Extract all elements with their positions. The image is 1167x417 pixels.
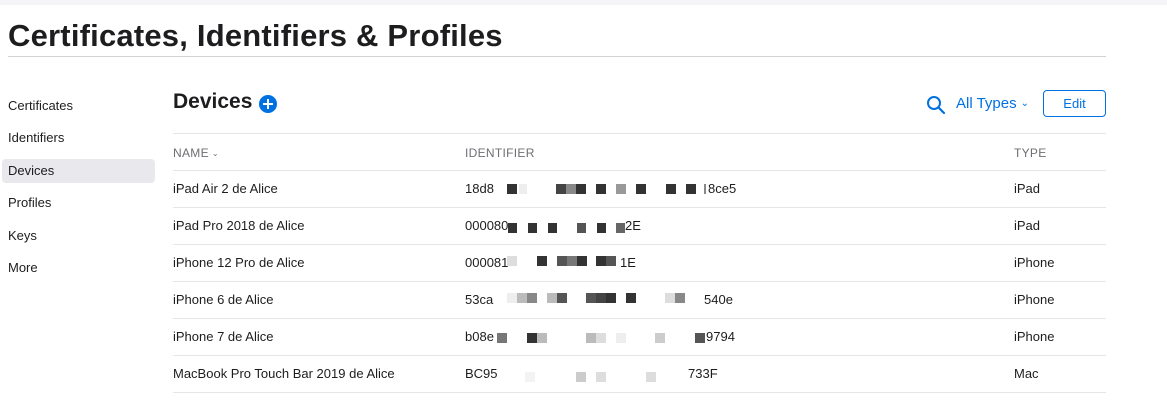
sidebar-item-devices[interactable]: Devices — [2, 159, 155, 183]
identifier-start: 53ca — [465, 292, 494, 307]
redacted-identifier — [508, 207, 628, 244]
plus-circle-icon[interactable] — [259, 95, 277, 113]
device-name: iPhone 6 de Alice — [173, 292, 274, 307]
table-row[interactable]: iPad Pro 2018 de Alice 000080 2E iPad — [173, 207, 1106, 244]
column-header-type: TYPE — [1014, 146, 1047, 160]
sidebar-item-keys[interactable]: Keys — [2, 224, 155, 248]
device-name: iPad Pro 2018 de Alice — [173, 218, 305, 233]
device-identifier: 000080 2E — [465, 207, 641, 244]
chevron-down-icon: ⌄ — [1020, 98, 1029, 109]
table-row[interactable]: MacBook Pro Touch Bar 2019 de Alice BC95… — [173, 355, 1106, 392]
identifier-start: b08e — [465, 329, 494, 344]
device-type: iPhone — [1014, 329, 1055, 344]
type-filter-label: All Types — [956, 95, 1017, 112]
identifier-start: 000081 — [465, 255, 509, 270]
column-header-name[interactable]: NAME ⌄ — [173, 146, 219, 160]
identifier-start: 000080 — [465, 218, 509, 233]
device-type: iPad — [1014, 218, 1041, 233]
device-type: iPhone — [1014, 292, 1055, 307]
chevron-down-icon: ⌄ — [211, 149, 219, 158]
section-title: Devices — [173, 90, 253, 113]
device-identifier: 18d8 8ce5 — [465, 170, 736, 207]
identifier-end: 9794 — [706, 329, 735, 344]
sidebar-item-profiles[interactable]: Profiles — [2, 191, 155, 215]
redacted-identifier — [525, 355, 665, 392]
table-row[interactable]: iPhone 7 de Alice b08e 9794 iPhone — [173, 318, 1106, 355]
sidebar-item-more[interactable]: More — [2, 256, 155, 280]
type-filter-dropdown[interactable]: All Types ⌄ — [956, 95, 1029, 112]
redacted-identifier — [507, 281, 697, 318]
title-divider — [8, 56, 1106, 57]
redacted-identifier — [507, 244, 627, 281]
sidebar-item-certificates[interactable]: Certificates — [2, 94, 155, 118]
identifier-start: 18d8 — [465, 181, 494, 196]
table-row[interactable]: iPad Air 2 de Alice 18d8 8ce5 iPad — [173, 170, 1106, 207]
redacted-identifier — [497, 318, 707, 355]
device-identifier: BC95 733F — [465, 355, 718, 392]
redacted-identifier — [505, 170, 706, 207]
device-name: iPad Air 2 de Alice — [173, 181, 278, 196]
column-header-identifier: IDENTIFIER — [465, 146, 535, 160]
identifier-end: 8ce5 — [708, 181, 737, 196]
device-name: MacBook Pro Touch Bar 2019 de Alice — [173, 366, 395, 381]
device-identifier: 000081 1E — [465, 244, 636, 281]
column-header-name-label: NAME — [173, 146, 209, 160]
table-divider — [173, 392, 1106, 393]
top-strip — [0, 0, 1167, 5]
table-row[interactable]: iPhone 12 Pro de Alice 000081 1E iPhone — [173, 244, 1106, 281]
identifier-end: 733F — [688, 366, 718, 381]
device-identifier: b08e 9794 — [465, 318, 735, 355]
device-type: iPhone — [1014, 255, 1055, 270]
table-row[interactable]: iPhone 6 de Alice 53ca 540e iPhone — [173, 281, 1106, 318]
page-title: Certificates, Identifiers & Profiles — [8, 18, 503, 53]
table-divider — [173, 133, 1106, 134]
device-name: iPhone 7 de Alice — [173, 329, 274, 344]
device-type: Mac — [1014, 366, 1039, 381]
edit-button[interactable]: Edit — [1043, 90, 1106, 117]
search-icon[interactable] — [926, 95, 946, 115]
identifier-end: 1E — [620, 255, 636, 270]
device-name: iPhone 12 Pro de Alice — [173, 255, 305, 270]
identifier-start: BC95 — [465, 366, 498, 381]
sidebar-item-identifiers[interactable]: Identifiers — [2, 126, 155, 150]
device-type: iPad — [1014, 181, 1041, 196]
device-identifier: 53ca 540e — [465, 281, 733, 318]
identifier-end: 540e — [704, 292, 733, 307]
identifier-end: 2E — [625, 218, 641, 233]
